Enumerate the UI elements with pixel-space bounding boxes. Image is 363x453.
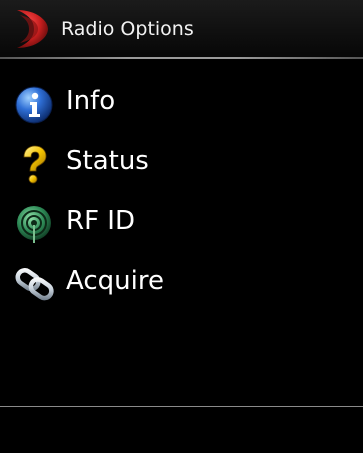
menu-item-label: Acquire: [66, 266, 164, 296]
softkey-bar: [0, 407, 363, 453]
page-title: Radio Options: [61, 18, 194, 40]
menu-item-rf-id[interactable]: RF ID: [0, 190, 363, 250]
header-divider: [0, 57, 363, 59]
info-icon: [15, 86, 53, 124]
menu-item-info[interactable]: Info: [0, 70, 363, 130]
menu-item-acquire[interactable]: Acquire: [0, 250, 363, 310]
question-mark-icon: [23, 145, 47, 184]
menu-item-label: Info: [66, 86, 116, 116]
red-arc-logo-icon: [17, 10, 48, 48]
title-bar: Radio Options: [0, 0, 363, 57]
menu-item-label: RF ID: [66, 206, 135, 236]
menu-item-label: Status: [66, 146, 149, 176]
chain-link-icon: [15, 268, 54, 301]
rf-antenna-icon: [17, 206, 51, 243]
radio-options-screen: Radio Options Info Status RF ID Acquire: [0, 0, 363, 453]
menu-item-status[interactable]: Status: [0, 130, 363, 190]
